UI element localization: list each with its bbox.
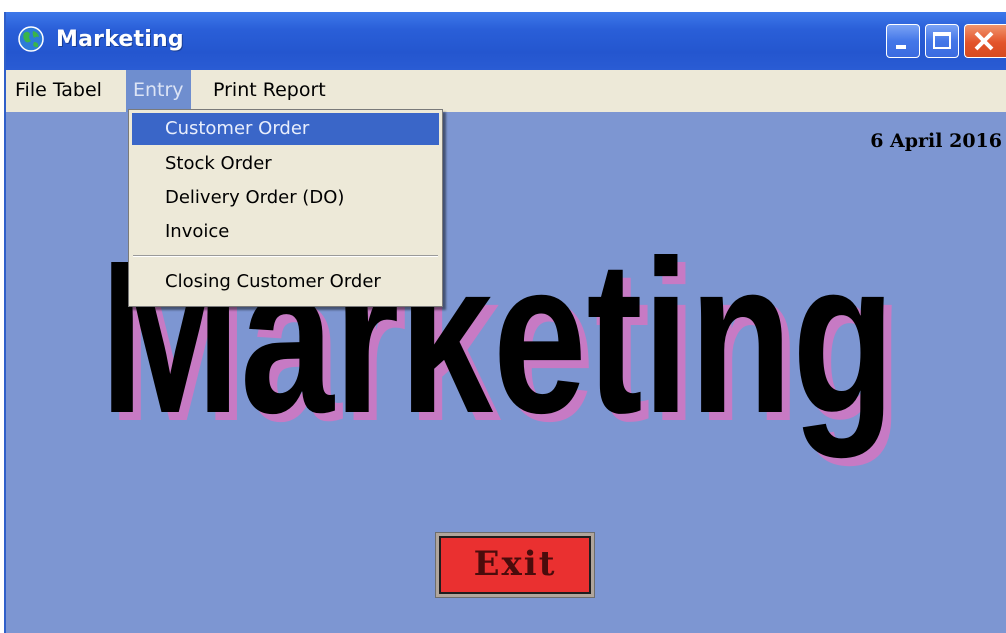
exit-button-label: Exit bbox=[439, 536, 591, 594]
menu-item-closing-customer-order[interactable]: Closing Customer Order bbox=[132, 266, 439, 298]
menu-separator bbox=[133, 255, 438, 257]
menu-item-delivery-order[interactable]: Delivery Order (DO) bbox=[132, 182, 439, 214]
menu-item-stock-order[interactable]: Stock Order bbox=[132, 148, 439, 180]
entry-dropdown-menu: Customer Order Stock Order Delivery Orde… bbox=[128, 109, 443, 307]
menu-item-invoice[interactable]: Invoice bbox=[132, 216, 439, 248]
exit-button[interactable]: Exit bbox=[435, 532, 595, 598]
menu-item-customer-order[interactable]: Customer Order bbox=[132, 113, 439, 145]
marketing-window: Marketing File Tabel Entry Print Report … bbox=[4, 12, 1006, 633]
